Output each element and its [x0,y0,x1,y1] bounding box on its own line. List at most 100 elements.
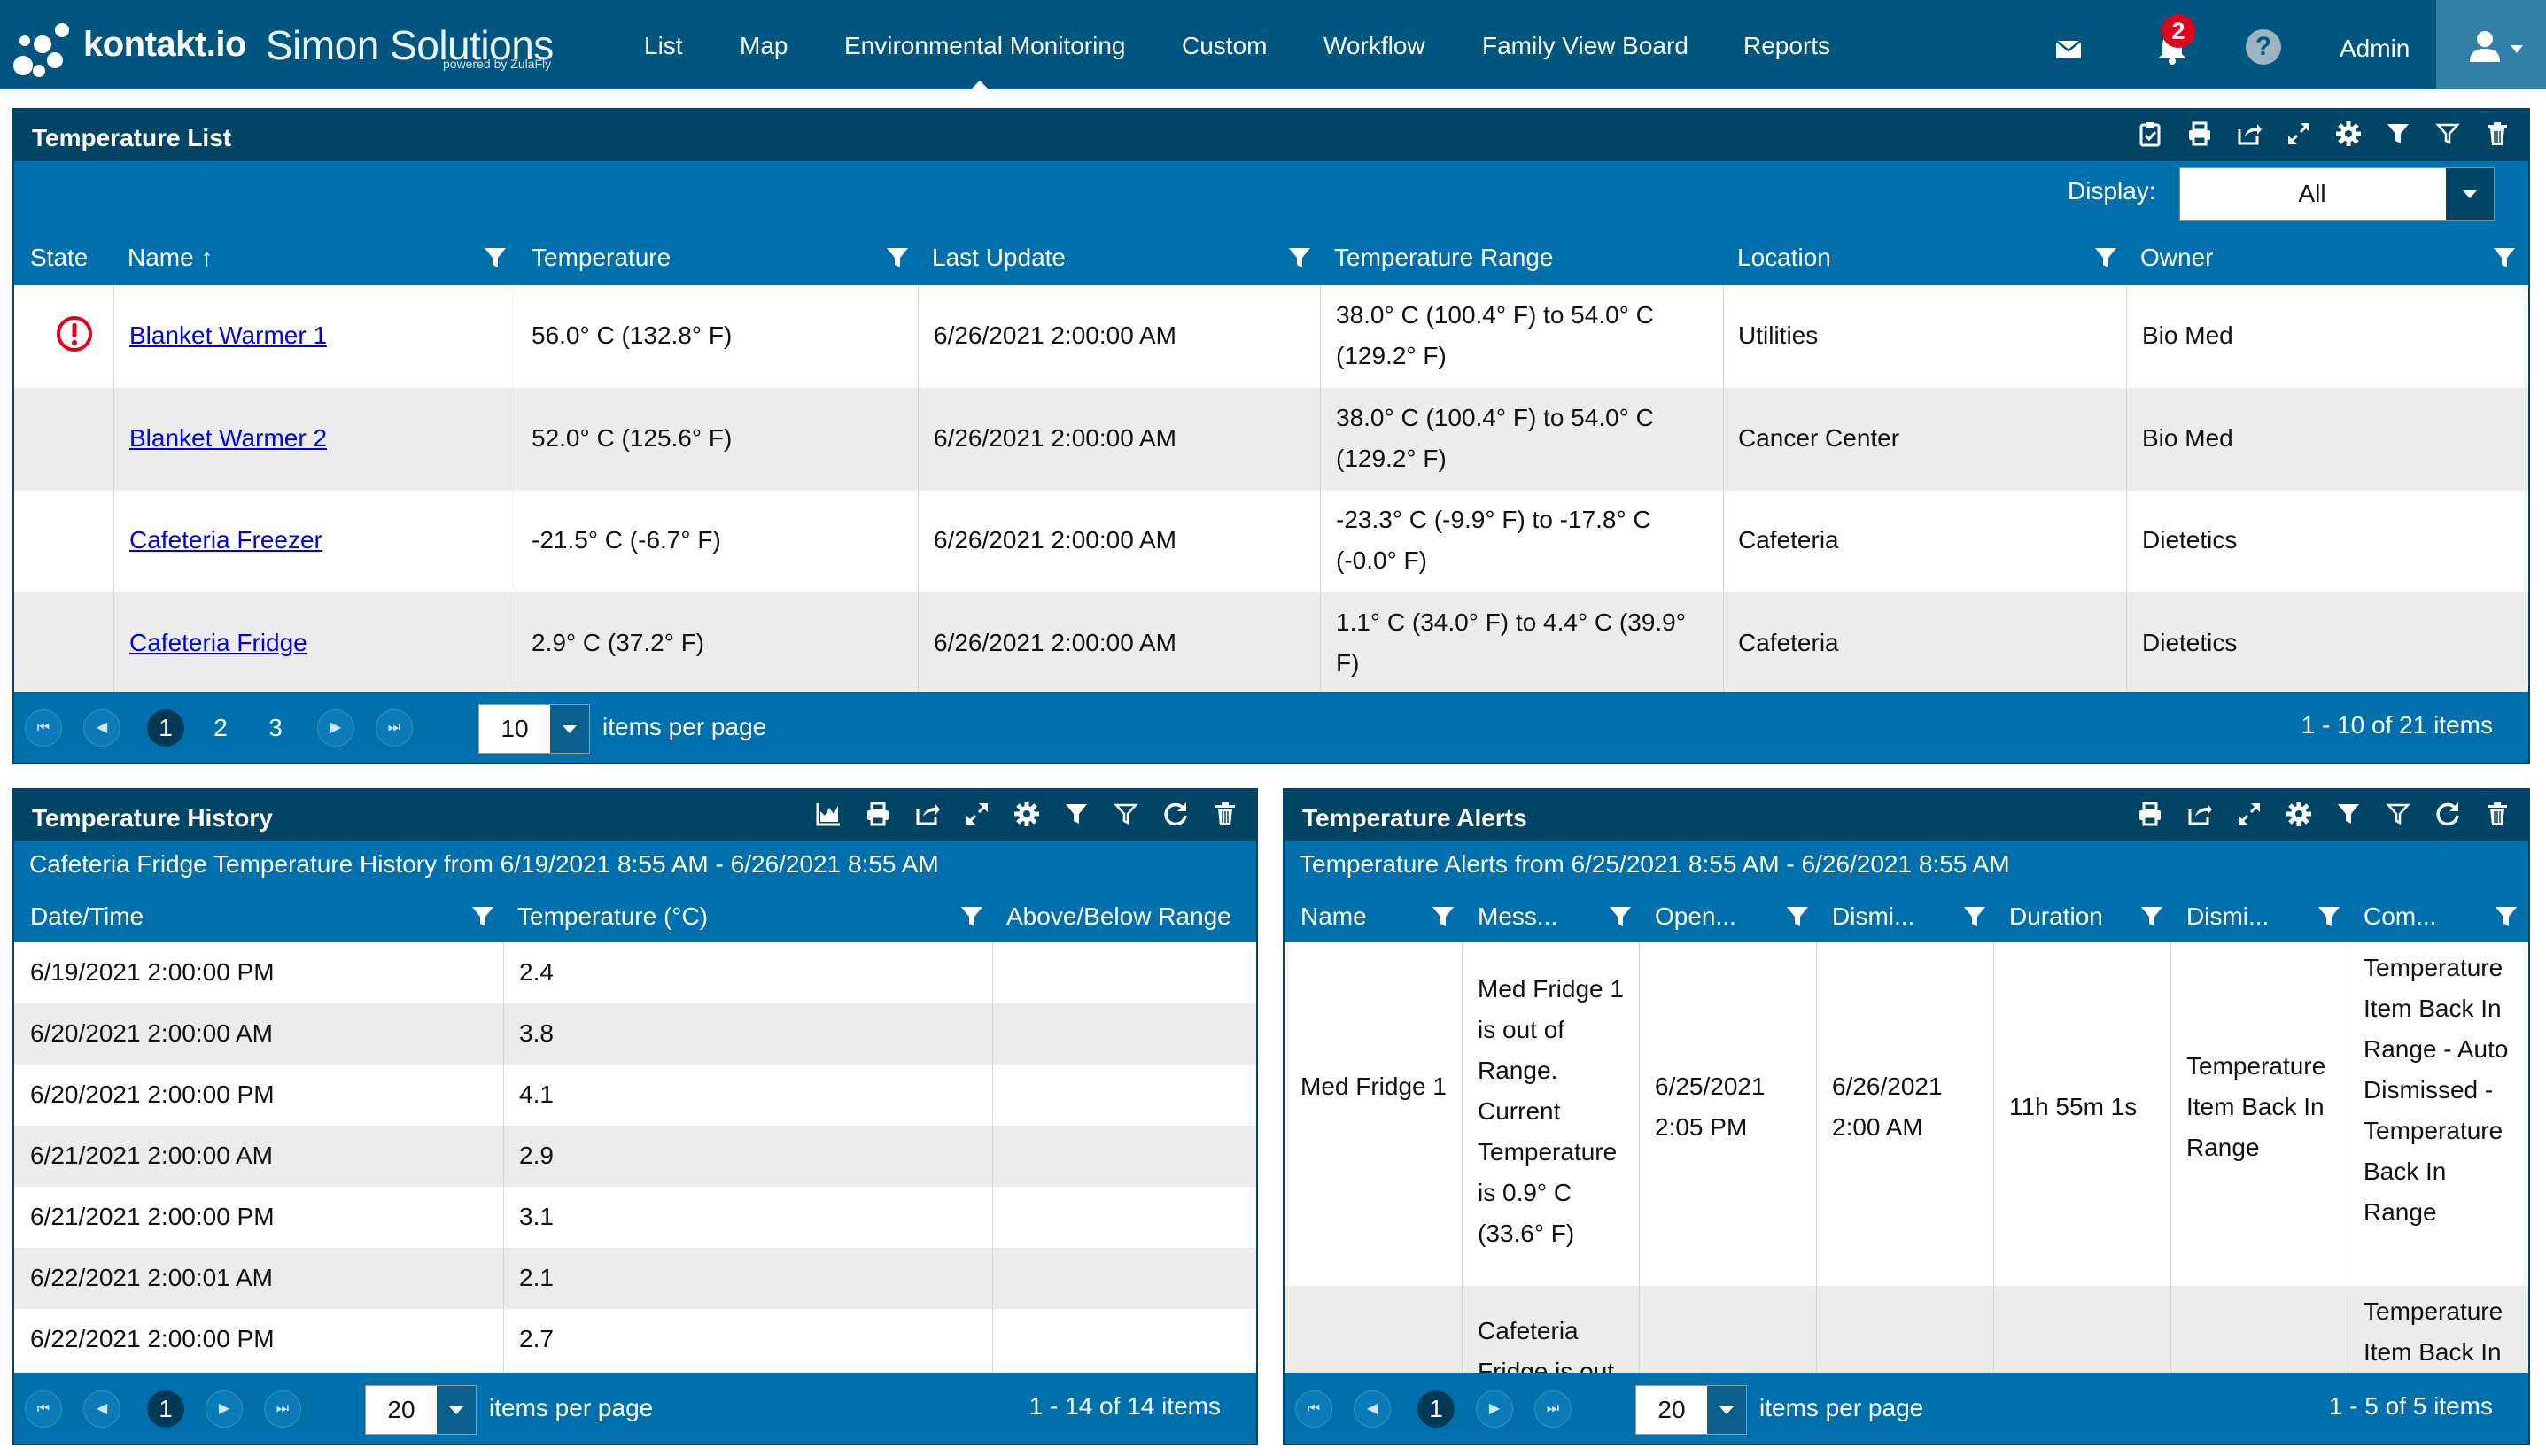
column-header-comment[interactable]: Com... [2364,891,2436,942]
clipboard-icon[interactable] [2137,120,2163,147]
column-header-name[interactable]: Name ↑ [128,230,213,285]
next-page-button[interactable]: ▶ [317,709,354,747]
last-page-button[interactable]: ⏭ [1534,1390,1572,1428]
column-header-opened[interactable]: Open... [1655,891,1736,942]
gear-icon[interactable] [2335,120,2362,147]
temperature-alerts-pager: ⏮ ◀ 1 ▶ ⏭ 20 items per page 1 - 5 of 5 i… [1285,1373,2528,1444]
page-size-select[interactable]: 10 [478,704,590,754]
column-header-name[interactable]: Name [1300,891,1367,942]
chevron-down-icon[interactable] [437,1386,476,1434]
column-header-last-update[interactable]: Last Update [932,230,1066,285]
gear-icon[interactable] [2286,801,2312,827]
user-icon[interactable] [2467,28,2503,64]
filter-icon[interactable] [1963,905,1986,928]
item-name-link[interactable]: Blanket Warmer 2 [129,418,327,459]
item-name-link[interactable]: Cafeteria Freezer [129,520,322,561]
filter-outline-icon[interactable] [2385,801,2411,827]
export-icon[interactable] [2236,120,2263,147]
page-size-select[interactable]: 20 [365,1385,477,1435]
filter-icon[interactable] [2385,120,2411,147]
nav-family-view-board[interactable]: Family View Board [1482,32,1688,60]
filter-icon[interactable] [1432,905,1455,928]
first-page-button[interactable]: ⏮ [25,709,62,747]
filter-icon[interactable] [1063,801,1090,827]
column-header-temperature-range[interactable]: Temperature Range [1334,230,1553,285]
previous-page-button[interactable]: ◀ [83,709,120,747]
column-header-state[interactable]: State [30,230,88,285]
column-header-dismissed[interactable]: Dismi... [1832,891,1914,942]
filter-icon[interactable] [2094,246,2117,269]
previous-page-button[interactable]: ◀ [1354,1390,1391,1428]
filter-icon[interactable] [1786,905,1809,928]
nav-environmental-monitoring[interactable]: Environmental Monitoring [844,32,1126,60]
filter-icon[interactable] [960,905,983,928]
filter-icon[interactable] [886,246,909,269]
previous-page-button[interactable]: ◀ [83,1390,120,1428]
expand-icon[interactable] [964,801,990,827]
column-header-temperature[interactable]: Temperature (°C) [517,891,708,942]
page-1-button[interactable]: 1 [1417,1390,1455,1428]
expand-icon[interactable] [2236,801,2263,827]
nav-custom[interactable]: Custom [1182,32,1267,60]
print-icon[interactable] [2186,120,2213,147]
page-1-button[interactable]: 1 [147,1390,184,1428]
column-header-owner[interactable]: Owner [2140,230,2213,285]
alerts-subtitle: Temperature Alerts from 6/25/2021 8:55 A… [1300,850,2010,878]
admin-menu-label[interactable]: Admin [2340,35,2410,63]
trash-icon[interactable] [2484,801,2511,827]
print-icon[interactable] [865,801,891,827]
filter-icon[interactable] [1288,246,1311,269]
trash-icon[interactable] [2484,120,2511,147]
column-header-date-time[interactable]: Date/Time [30,891,144,942]
filter-icon[interactable] [2493,246,2516,269]
next-page-button[interactable]: ▶ [1476,1390,1513,1428]
first-page-button[interactable]: ⏮ [25,1390,62,1428]
refresh-icon[interactable] [2434,801,2461,827]
item-name-link[interactable]: Cafeteria Fridge [129,623,307,663]
page-1-button[interactable]: 1 [147,709,184,747]
page-size-select[interactable]: 20 [1635,1385,1747,1435]
column-header-dismissed-by[interactable]: Dismi... [2186,891,2269,942]
filter-icon[interactable] [484,246,507,269]
filter-icon[interactable] [2317,905,2340,928]
last-page-button[interactable]: ⏭ [264,1390,301,1428]
expand-icon[interactable] [2286,120,2312,147]
nav-workflow[interactable]: Workflow [1323,32,1425,60]
help-icon[interactable]: ? [2246,29,2281,65]
column-header-above-below-range[interactable]: Above/Below Range [1006,891,1231,942]
filter-outline-icon[interactable] [1113,801,1139,827]
first-page-button[interactable]: ⏮ [1295,1390,1332,1428]
gear-icon[interactable] [1013,801,1040,827]
export-icon[interactable] [914,801,941,827]
trash-icon[interactable] [1212,801,1238,827]
filter-icon[interactable] [471,905,494,928]
column-header-message[interactable]: Mess... [1478,891,1557,942]
brand-subtitle: powered by ZulaFly [443,57,552,71]
filter-icon[interactable] [1609,905,1632,928]
refresh-icon[interactable] [1162,801,1189,827]
column-header-duration[interactable]: Duration [2009,891,2103,942]
mail-icon[interactable] [2055,37,2082,58]
nav-reports[interactable]: Reports [1743,32,1830,60]
next-page-button[interactable]: ▶ [206,1390,243,1428]
chevron-down-icon[interactable] [1707,1386,1746,1434]
display-select[interactable]: All [2179,167,2495,221]
nav-map[interactable]: Map [740,32,788,60]
last-page-button[interactable]: ⏭ [376,709,413,747]
chevron-down-icon[interactable] [550,705,589,753]
chart-icon[interactable] [815,801,842,827]
chevron-down-icon[interactable] [2446,168,2494,220]
nav-list[interactable]: List [644,32,683,60]
item-name-link[interactable]: Blanket Warmer 1 [129,315,327,356]
filter-outline-icon[interactable] [2434,120,2461,147]
page-3-button[interactable]: 3 [257,709,294,747]
column-header-temperature[interactable]: Temperature [532,230,671,285]
column-header-location[interactable]: Location [1737,230,1831,285]
export-icon[interactable] [2186,801,2213,827]
page-2-button[interactable]: 2 [202,709,239,747]
filter-icon[interactable] [2335,801,2362,827]
print-icon[interactable] [2137,801,2163,827]
filter-icon[interactable] [2495,905,2518,928]
filter-icon[interactable] [2140,905,2163,928]
chevron-down-icon[interactable] [2511,45,2523,53]
